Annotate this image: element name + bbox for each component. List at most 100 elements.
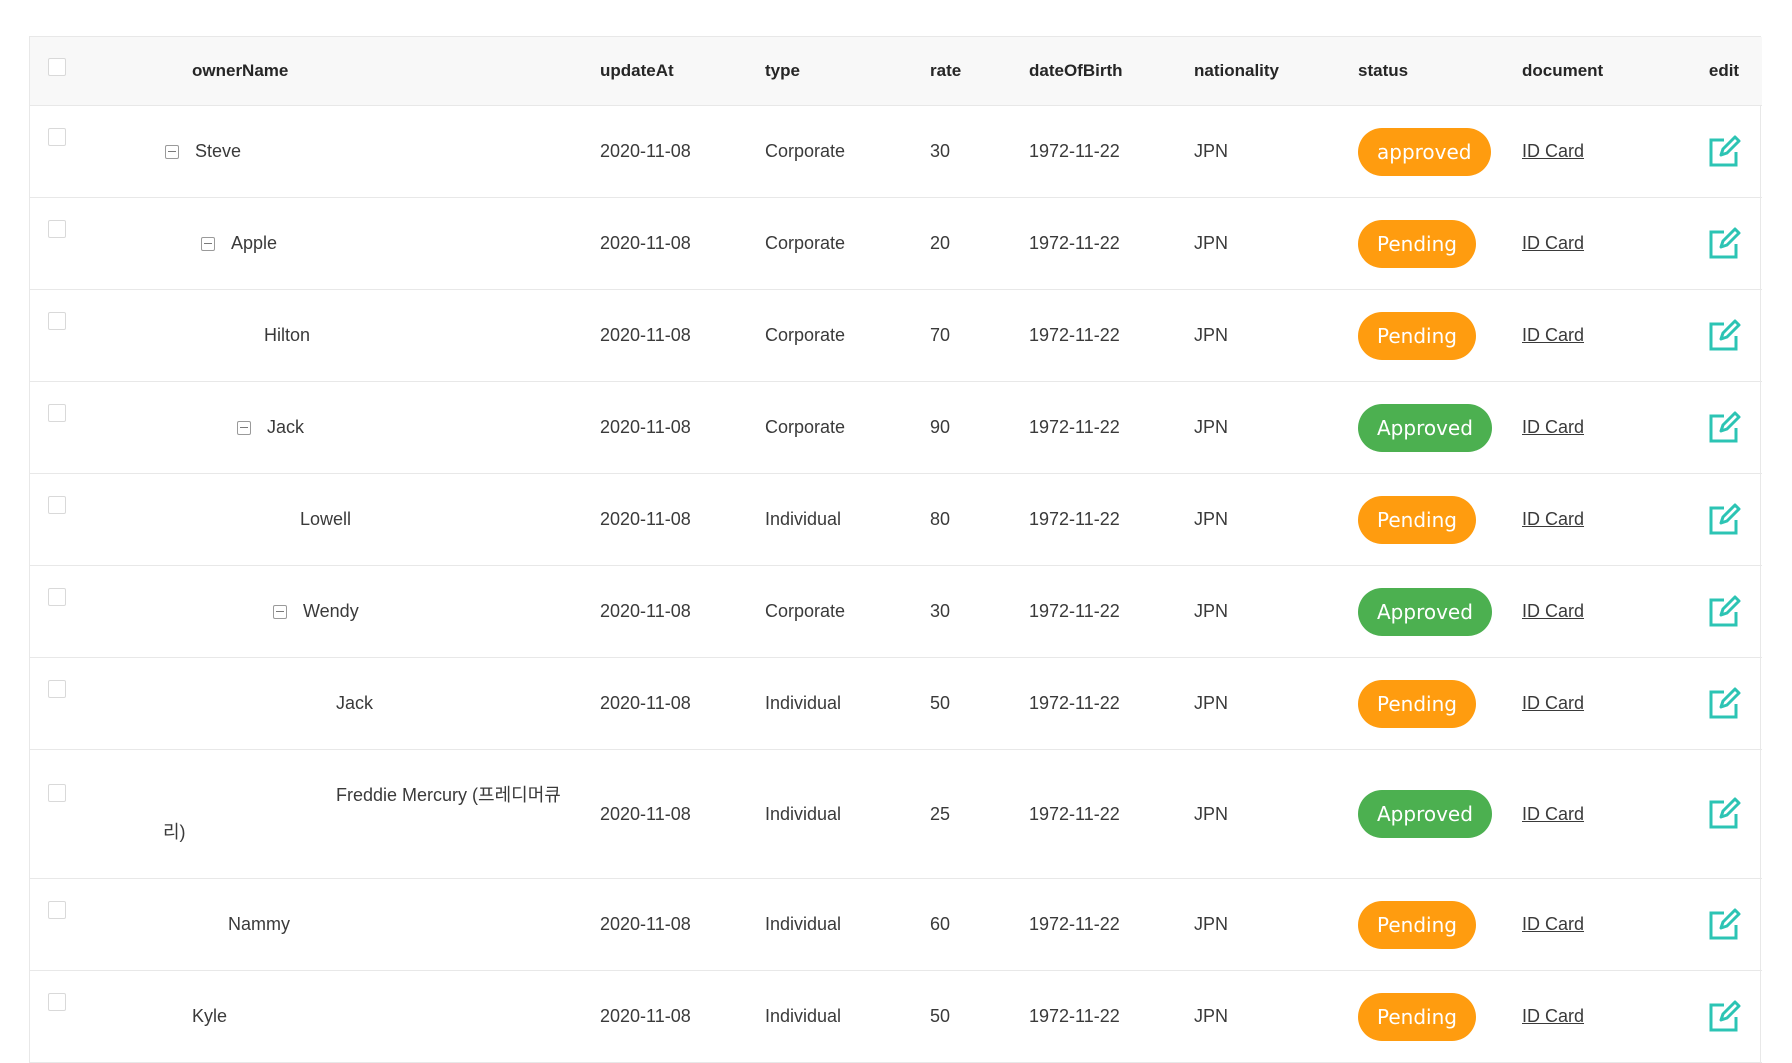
table-row[interactable]: Steve 2020-11-08 Corporate 30 1972-11-22… [30, 105, 1762, 198]
row-checkbox[interactable] [48, 680, 66, 699]
nationality-cell: JPN [1194, 970, 1358, 1063]
rate-cell: 20 [930, 197, 1029, 290]
table-row[interactable]: Wendy 2020-11-08 Corporate 30 1972-11-22… [30, 565, 1762, 658]
table-row[interactable]: Lowell 2020-11-08 Individual 80 1972-11-… [30, 473, 1762, 566]
date-of-birth-cell: 1972-11-22 [1029, 381, 1194, 474]
table-row[interactable]: Apple 2020-11-08 Corporate 20 1972-11-22… [30, 197, 1762, 290]
document-cell: ID Card [1522, 878, 1686, 971]
update-at-cell: 2020-11-08 [600, 970, 765, 1063]
header-update-at[interactable]: updateAt [600, 37, 765, 106]
nationality-cell: JPN [1194, 878, 1358, 971]
status-badge: Approved [1358, 403, 1492, 452]
owner-name: Steve [195, 141, 242, 161]
rate-cell: 30 [930, 105, 1029, 198]
document-link[interactable]: ID Card [1522, 417, 1584, 437]
edit-cell [1686, 878, 1762, 971]
table-row[interactable]: Nammy 2020-11-08 Individual 60 1972-11-2… [30, 878, 1762, 971]
row-checkbox[interactable] [48, 128, 66, 147]
status-cell: Approved [1358, 381, 1522, 474]
header-document[interactable]: document [1522, 37, 1686, 106]
owner-name-cell: Wendy [133, 565, 600, 658]
edit-pencil-icon[interactable] [1706, 410, 1742, 446]
type-cell: Corporate [765, 381, 930, 474]
owner-name-cell: Freddie Mercury (프레디머큐리) [133, 749, 600, 879]
header-owner-name[interactable]: ownerName [133, 37, 600, 106]
table-row[interactable]: Jack 2020-11-08 Corporate 90 1972-11-22 … [30, 381, 1762, 474]
rate-cell: 30 [930, 565, 1029, 658]
date-of-birth-cell: 1972-11-22 [1029, 970, 1194, 1063]
header-nationality[interactable]: nationality [1194, 37, 1358, 106]
document-link[interactable]: ID Card [1522, 601, 1584, 621]
owner-name-cell: Hilton [133, 289, 600, 382]
status-cell: Pending [1358, 657, 1522, 750]
edit-pencil-icon[interactable] [1706, 502, 1742, 538]
minus-square-icon[interactable] [273, 604, 287, 619]
document-link[interactable]: ID Card [1522, 1006, 1584, 1026]
row-checkbox[interactable] [48, 404, 66, 423]
header-status[interactable]: status [1358, 37, 1522, 106]
edit-pencil-icon[interactable] [1706, 999, 1742, 1035]
owner-name: Nammy [228, 914, 290, 934]
document-link[interactable]: ID Card [1522, 914, 1584, 934]
owner-name: Jack [336, 693, 374, 713]
table-row[interactable]: Jack 2020-11-08 Individual 50 1972-11-22… [30, 657, 1762, 750]
minus-square-icon[interactable] [165, 144, 179, 159]
table-row[interactable]: Kyle 2020-11-08 Individual 50 1972-11-22… [30, 970, 1762, 1063]
update-at-cell: 2020-11-08 [600, 565, 765, 658]
edit-pencil-icon[interactable] [1706, 594, 1742, 630]
header-select-cell [30, 37, 133, 106]
document-link[interactable]: ID Card [1522, 141, 1584, 161]
header-rate[interactable]: rate [930, 37, 1029, 106]
update-at-cell: 2020-11-08 [600, 289, 765, 382]
edit-pencil-icon[interactable] [1706, 686, 1742, 722]
rate-cell: 60 [930, 878, 1029, 971]
type-cell: Corporate [765, 197, 930, 290]
status-cell: Pending [1358, 878, 1522, 971]
nationality-cell: JPN [1194, 749, 1358, 879]
edit-pencil-icon[interactable] [1706, 226, 1742, 262]
header-type[interactable]: type [765, 37, 930, 106]
nationality-cell: JPN [1194, 473, 1358, 566]
edit-cell [1686, 289, 1762, 382]
owner-name-cell: Jack [133, 657, 600, 750]
document-link[interactable]: ID Card [1522, 233, 1584, 253]
table-body: Steve 2020-11-08 Corporate 30 1972-11-22… [30, 105, 1762, 1063]
status-badge: approved [1358, 127, 1491, 176]
header-date-of-birth[interactable]: dateOfBirth [1029, 37, 1194, 106]
document-cell: ID Card [1522, 749, 1686, 879]
edit-cell [1686, 565, 1762, 658]
row-checkbox[interactable] [48, 784, 66, 803]
type-cell: Individual [765, 749, 930, 879]
date-of-birth-cell: 1972-11-22 [1029, 657, 1194, 750]
select-all-checkbox[interactable] [48, 57, 66, 76]
table-row[interactable]: Freddie Mercury (프레디머큐리) 2020-11-08 Indi… [30, 749, 1762, 879]
edit-pencil-icon[interactable] [1706, 318, 1742, 354]
row-select-cell [30, 105, 133, 198]
table-row[interactable]: Hilton 2020-11-08 Corporate 70 1972-11-2… [30, 289, 1762, 382]
row-checkbox[interactable] [48, 312, 66, 331]
edit-pencil-icon[interactable] [1706, 134, 1742, 170]
date-of-birth-cell: 1972-11-22 [1029, 197, 1194, 290]
document-link[interactable]: ID Card [1522, 804, 1584, 824]
row-checkbox[interactable] [48, 901, 66, 920]
date-of-birth-cell: 1972-11-22 [1029, 878, 1194, 971]
row-checkbox[interactable] [48, 220, 66, 239]
edit-pencil-icon[interactable] [1706, 796, 1742, 832]
owner-name-cell: Steve [133, 105, 600, 198]
document-link[interactable]: ID Card [1522, 509, 1584, 529]
minus-square-icon[interactable] [237, 420, 251, 435]
document-link[interactable]: ID Card [1522, 693, 1584, 713]
row-checkbox[interactable] [48, 588, 66, 607]
row-checkbox[interactable] [48, 496, 66, 515]
row-checkbox[interactable] [48, 993, 66, 1012]
edit-pencil-icon[interactable] [1706, 907, 1742, 943]
row-select-cell [30, 878, 133, 971]
status-badge: Pending [1358, 311, 1476, 360]
document-link[interactable]: ID Card [1522, 325, 1584, 345]
minus-square-icon[interactable] [201, 236, 215, 251]
type-cell: Individual [765, 657, 930, 750]
nationality-cell: JPN [1194, 565, 1358, 658]
owner-table: ownerName updateAt type rate dateOfBirth… [30, 37, 1762, 1063]
status-badge: Pending [1358, 900, 1476, 949]
nationality-cell: JPN [1194, 381, 1358, 474]
